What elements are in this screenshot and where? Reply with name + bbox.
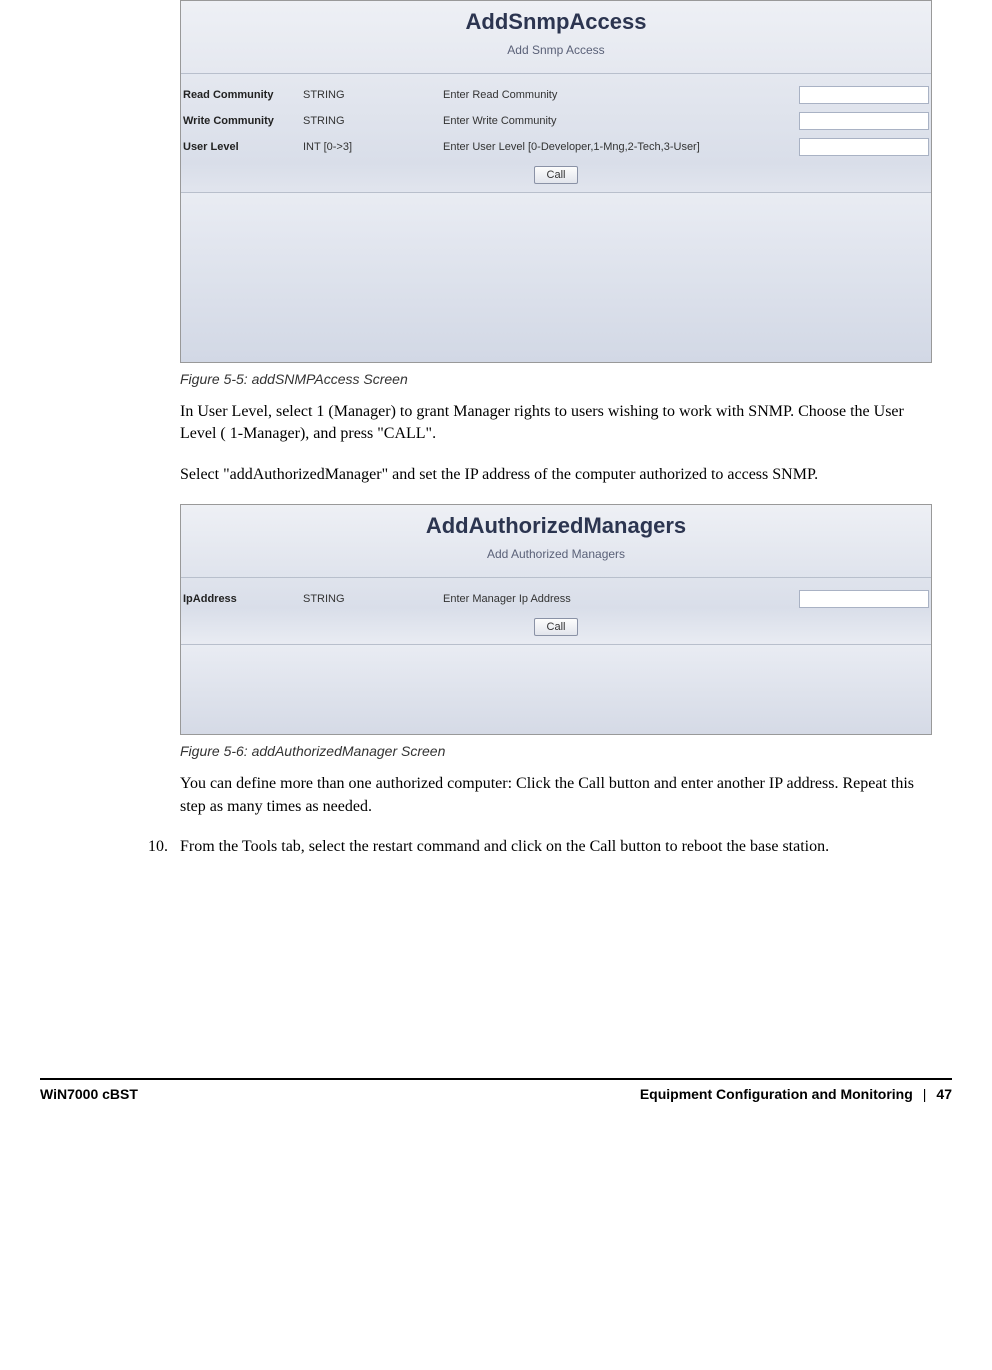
row-ipaddress: IpAddress STRING Enter Manager Ip Addres… (181, 586, 931, 612)
field-type: STRING (303, 115, 443, 127)
paragraph-user-level: In User Level, select 1 (Manager) to gra… (180, 401, 932, 446)
field-label: User Level (183, 141, 303, 153)
panel-blank-area (181, 644, 931, 734)
panel-blank-area (181, 192, 931, 362)
field-type: STRING (303, 593, 443, 605)
step-text: From the Tools tab, select the restart c… (180, 836, 829, 858)
addsnmpaccess-panel: AddSnmpAccess Add Snmp Access Read Commu… (180, 0, 932, 363)
panel2-title: AddAuthorizedManagers (181, 513, 931, 539)
footer-product: WiN7000 cBST (40, 1086, 138, 1102)
row-write-community: Write Community STRING Enter Write Commu… (181, 108, 931, 134)
field-type: STRING (303, 89, 443, 101)
page-footer: WiN7000 cBST Equipment Configuration and… (40, 1078, 952, 1102)
field-label: Write Community (183, 115, 303, 127)
paragraph-add-auth-mgr: Select "addAuthorizedManager" and set th… (180, 464, 932, 486)
footer-page-number: 47 (936, 1086, 952, 1102)
row-read-community: Read Community STRING Enter Read Communi… (181, 82, 931, 108)
field-desc: Enter Manager Ip Address (443, 593, 799, 605)
panel1-header: AddSnmpAccess Add Snmp Access (181, 1, 931, 73)
panel1-title: AddSnmpAccess (181, 9, 931, 35)
row-user-level: User Level INT [0->3] Enter User Level [… (181, 134, 931, 160)
field-desc: Enter User Level [0-Developer,1-Mng,2-Te… (443, 141, 799, 153)
read-community-input[interactable] (799, 86, 929, 104)
user-level-input[interactable] (799, 138, 929, 156)
paragraph-multiple-ips: You can define more than one authorized … (180, 773, 932, 818)
field-label: Read Community (183, 89, 303, 101)
field-desc: Enter Write Community (443, 115, 799, 127)
write-community-input[interactable] (799, 112, 929, 130)
call-button[interactable]: Call (534, 166, 579, 184)
addauthorizedmanagers-panel: AddAuthorizedManagers Add Authorized Man… (180, 504, 932, 735)
field-desc: Enter Read Community (443, 89, 799, 101)
step-10: 10. From the Tools tab, select the resta… (140, 836, 932, 858)
step-number: 10. (140, 836, 168, 858)
panel2-header: AddAuthorizedManagers Add Authorized Man… (181, 505, 931, 577)
panel1-subtitle: Add Snmp Access (181, 35, 931, 71)
field-type: INT [0->3] (303, 141, 443, 153)
call-button[interactable]: Call (534, 618, 579, 636)
footer-separator: | (923, 1086, 927, 1102)
ipaddress-input[interactable] (799, 590, 929, 608)
figure-5-6-caption: Figure 5-6: addAuthorizedManager Screen (180, 743, 932, 759)
field-label: IpAddress (183, 593, 303, 605)
figure-5-5-caption: Figure 5-5: addSNMPAccess Screen (180, 371, 932, 387)
footer-section: Equipment Configuration and Monitoring (640, 1086, 913, 1102)
panel2-subtitle: Add Authorized Managers (181, 539, 931, 575)
